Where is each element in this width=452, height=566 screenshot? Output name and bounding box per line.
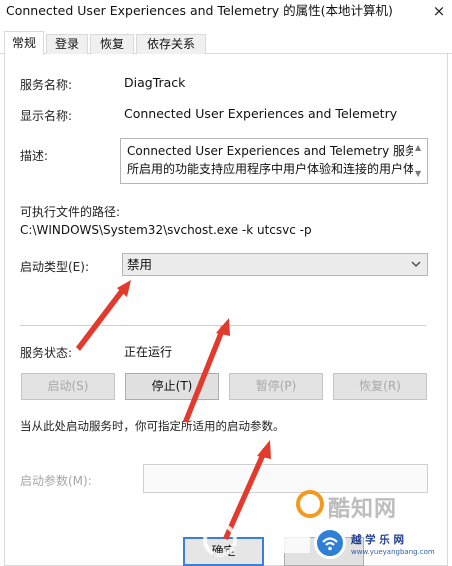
startup-type-label: 启动类型(E): <box>20 260 89 274</box>
watermark-brand: 越 学 乐 网 <box>351 534 404 546</box>
watermark-url: www.yueyangbang.com <box>351 548 435 556</box>
service-name-value: DiagTrack <box>124 75 186 90</box>
description-line-1: Connected User Experiences and Telemetry… <box>127 144 413 158</box>
description-scrollbar[interactable]: ▲ ▼ <box>413 139 427 183</box>
exe-path-value: C:\WINDOWS\System32\svchost.exe -k utcsv… <box>20 223 312 237</box>
tab-recovery[interactable]: 恢复 <box>90 34 134 54</box>
close-icon[interactable]: × <box>428 1 450 21</box>
title-bar: Connected User Experiences and Telemetry… <box>0 0 452 30</box>
startup-type-value: 禁用 <box>127 257 153 272</box>
description-line-2: 所启用的功能支持应用程序中用户体验和连接的用户体 <box>127 162 413 176</box>
description-text: Connected User Experiences and Telemetry… <box>127 142 413 178</box>
chevron-down-icon <box>411 261 421 267</box>
start-params-input[interactable] <box>143 464 428 493</box>
status-label: 服务状态: <box>20 346 73 360</box>
exe-path-label: 可执行文件的路径: <box>20 205 121 219</box>
scroll-down-icon[interactable]: ▼ <box>415 170 421 178</box>
watermark-logo-icon <box>296 490 324 518</box>
watermark-wifi-icon <box>322 537 338 551</box>
description-box[interactable]: Connected User Experiences and Telemetry… <box>120 138 428 184</box>
pause-button[interactable]: 暂停(P) <box>229 373 323 400</box>
service-name-label: 服务名称: <box>20 78 73 92</box>
description-label: 描述: <box>20 149 49 163</box>
status-value: 正在运行 <box>124 345 173 359</box>
startup-type-select[interactable]: 禁用 <box>122 253 428 276</box>
resume-button[interactable]: 恢复(R) <box>333 373 427 400</box>
start-params-hint: 当从此处启动服务时，你可指定所适用的启动参数。 <box>20 419 285 433</box>
watermark-ring-icon <box>203 523 237 557</box>
scroll-up-icon[interactable]: ▲ <box>415 144 421 152</box>
stop-button[interactable]: 停止(T) <box>125 373 219 400</box>
start-button[interactable]: 启动(S) <box>21 373 115 400</box>
tab-logon[interactable]: 登录 <box>46 34 88 54</box>
tab-dependencies[interactable]: 依存关系 <box>136 34 206 54</box>
start-params-label: 启动参数(M): <box>20 474 92 488</box>
watermark-badge-icon <box>314 527 346 559</box>
tab-general[interactable]: 常规 <box>4 31 44 55</box>
watermark-patch <box>270 523 310 553</box>
watermark-text: 酷知网 <box>328 497 398 522</box>
window-title: Connected User Experiences and Telemetry… <box>6 3 393 18</box>
display-name-value: Connected User Experiences and Telemetry <box>124 106 398 121</box>
display-name-label: 显示名称: <box>20 109 73 123</box>
section-divider <box>20 325 426 326</box>
